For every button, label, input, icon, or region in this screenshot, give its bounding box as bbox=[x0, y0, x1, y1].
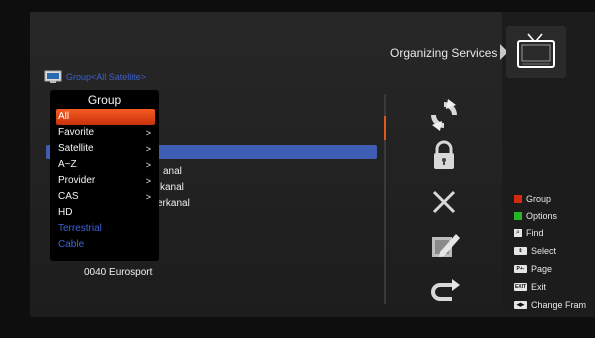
channel-row[interactable]: 0040 Eurosport bbox=[84, 267, 152, 278]
green-key-icon bbox=[514, 212, 522, 220]
channel-row[interactable]: kanal bbox=[160, 182, 184, 193]
legend-change-frame: ◀▶ Change Fram bbox=[514, 300, 586, 310]
legend-group: Group bbox=[514, 194, 551, 204]
channel-row[interactable]: erkanal bbox=[157, 198, 190, 209]
popup-item-cable: Cable bbox=[58, 239, 85, 250]
tv-icon bbox=[517, 33, 555, 68]
popup-item-terrestrial: Terrestrial bbox=[58, 223, 102, 234]
group-header: Group<All Satellite> bbox=[44, 70, 146, 84]
page-title: Organizing Services bbox=[390, 46, 498, 60]
legend-options: Options bbox=[514, 211, 557, 221]
delete-icon[interactable] bbox=[426, 184, 462, 220]
channel-row[interactable]: anal bbox=[163, 166, 182, 177]
move-icon[interactable] bbox=[426, 97, 462, 133]
search-key-icon: ⌕ bbox=[514, 229, 522, 237]
legend-find: ⌕ Find bbox=[514, 228, 544, 238]
lock-icon[interactable] bbox=[426, 138, 462, 174]
tv-thumbnail bbox=[506, 26, 566, 78]
legend-exit: EXIT Exit bbox=[514, 282, 547, 292]
popup-item-a-z[interactable]: A~Z > bbox=[56, 157, 155, 173]
scrollbar-thumb[interactable] bbox=[384, 116, 386, 140]
ok-key-icon: ⇕ bbox=[514, 247, 527, 255]
popup-item-hd[interactable]: HD bbox=[56, 205, 155, 221]
legend-page: P+- Page bbox=[514, 264, 552, 274]
rename-icon[interactable] bbox=[426, 228, 462, 264]
screen: Organizing Services Group<All Satellite>… bbox=[0, 0, 595, 338]
monitor-icon bbox=[44, 70, 62, 83]
group-header-label: Group<All Satellite> bbox=[66, 72, 147, 82]
exit-key-icon: EXIT bbox=[514, 283, 527, 291]
popup-item-favorite[interactable]: Favorite > bbox=[56, 125, 155, 141]
popup-item-cas[interactable]: CAS > bbox=[56, 189, 155, 205]
popup-item-provider[interactable]: Provider > bbox=[56, 173, 155, 189]
legend-select: ⇕ Select bbox=[514, 246, 556, 256]
popup-item-all[interactable]: All bbox=[56, 109, 155, 125]
page-key-icon: P+- bbox=[514, 265, 527, 273]
left-right-key-icon: ◀▶ bbox=[514, 301, 527, 309]
popup-title: Group bbox=[87, 93, 122, 107]
popup-item-satellite[interactable]: Satellite > bbox=[56, 141, 155, 157]
skip-icon[interactable] bbox=[426, 273, 462, 309]
red-key-icon bbox=[514, 195, 522, 203]
group-popup: Group All Favorite > Satellite > A~Z > P… bbox=[50, 90, 159, 261]
